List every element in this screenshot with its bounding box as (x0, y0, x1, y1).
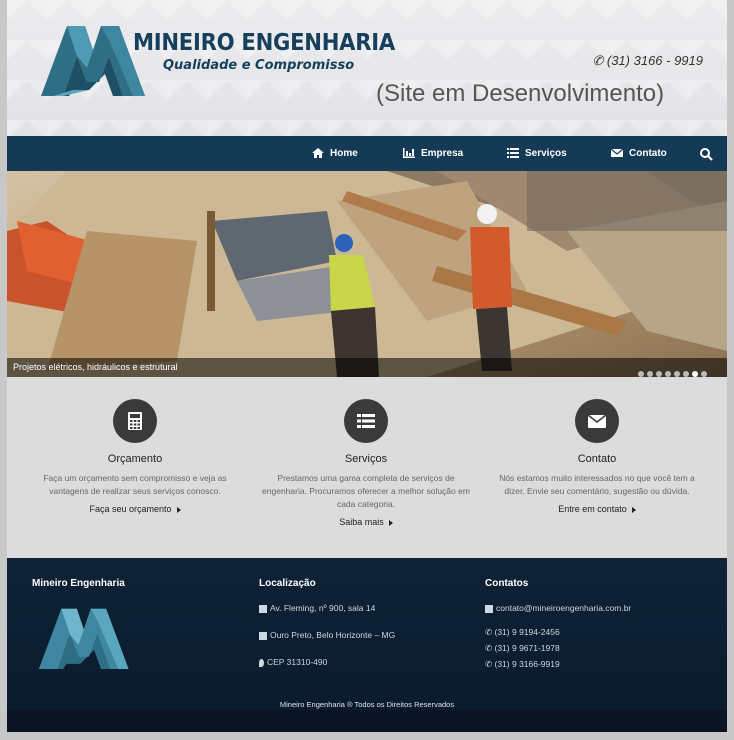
feature-link-label: Entre em contato (558, 504, 627, 514)
feature-text: Faça um orçamento sem compromisso e veja… (43, 473, 227, 496)
list-icon (357, 414, 375, 428)
address-line-1-text: Av. Fleming, nº 900, sala 14 (270, 603, 376, 613)
feature-link-label: Saiba mais (339, 517, 384, 527)
address-line-2-text: Ouro Preto, Belo Horizonte – MG (270, 630, 396, 640)
arrow-right-icon (631, 506, 636, 513)
footer-logo (38, 608, 129, 670)
development-notice: (Site em Desenvolvimento) (376, 80, 665, 107)
list-icon (507, 148, 519, 159)
nav-item-empresa[interactable]: Empresa (403, 136, 463, 171)
feature-title: Orçamento (107, 453, 163, 465)
site-footer: Mineiro Engenharia Localização Av. Flemi… (7, 558, 727, 710)
footer-location: Localização Av. Fleming, nº 900, sala 14… (259, 578, 395, 667)
slide-caption-bar: Projetos elétricos, hidráulicos e estrut… (7, 358, 727, 377)
footer-phone[interactable]: ✆ (31) 9 9194-2456 (485, 627, 631, 638)
address-cep: CEP 31310-490 (259, 657, 395, 667)
nav-label-home: Home (330, 148, 358, 159)
header-phone[interactable]: ✆ (31) 3166 - 9919 (592, 53, 703, 69)
feature-icon-circle (344, 399, 388, 443)
features-section: Orçamento Faça um orçamento sem compromi… (7, 377, 727, 558)
brand-tagline: Qualidade e Compromisso (163, 58, 355, 73)
address-line-1: Av. Fleming, nº 900, sala 14 (259, 603, 395, 613)
nav-label-empresa: Empresa (421, 148, 464, 159)
main-nav: Home Empresa Serviços Contato (7, 136, 727, 171)
slide-caption: Projetos elétricos, hidráulicos e estrut… (13, 362, 178, 372)
envelope-icon (611, 148, 623, 158)
envelope-icon (588, 415, 606, 428)
feature-icon-circle (113, 399, 157, 443)
phone-icon: ✆ (485, 659, 493, 669)
feature-link[interactable]: Saiba mais (256, 517, 476, 527)
feature-link[interactable]: Faça seu orçamento (25, 504, 245, 514)
address-line-2: Ouro Preto, Belo Horizonte – MG (259, 630, 395, 640)
map-icon (259, 604, 267, 613)
phone-icon: ✆ (592, 53, 604, 68)
arrow-right-icon (176, 506, 181, 513)
search-icon[interactable] (699, 147, 713, 161)
footer-phone-text: (31) 9 3166-9919 (494, 659, 560, 669)
brand-block: MINEIRO ENGENHARIA Qualidade e Compromis… (133, 30, 418, 73)
map-marker-icon (259, 658, 264, 667)
copyright: Mineiro Engenharia ® Todos os Direitos R… (279, 700, 455, 709)
footer-phone[interactable]: ✆ (31) 9 3166-9919 (485, 659, 631, 670)
company-logo[interactable] (33, 20, 149, 100)
phone-icon: ✆ (485, 643, 493, 653)
header-phone-number: (31) 3166 - 9919 (606, 53, 703, 68)
nav-label-contato: Contato (629, 148, 667, 159)
footer-phone[interactable]: ✆ (31) 9 9671-1978 (485, 643, 631, 654)
envelope-icon (485, 604, 493, 613)
footer-email-text: contato@mineiroengenharia.com.br (496, 603, 632, 613)
feature-title: Contato (577, 453, 617, 465)
slider-dots (635, 364, 707, 377)
footer-company-title: Mineiro Engenharia (32, 578, 125, 589)
site-header: MINEIRO ENGENHARIA Qualidade e Compromis… (7, 0, 727, 136)
footer-contacts: Contatos contato@mineiroengenharia.com.b… (485, 578, 631, 670)
feature-contato: Contato Nós estamos muito interessados n… (487, 377, 707, 514)
nav-item-servicos[interactable]: Serviços (507, 136, 567, 171)
phone-icon: ✆ (485, 627, 493, 637)
map-icon (259, 631, 267, 640)
nav-item-home[interactable]: Home (312, 136, 358, 171)
feature-icon-circle (575, 399, 619, 443)
feature-link-label: Faça seu orçamento (89, 504, 172, 514)
footer-phone-text: (31) 9 9194-2456 (494, 627, 560, 637)
chart-icon (403, 148, 415, 159)
address-cep-text: CEP 31310-490 (267, 657, 328, 667)
page-frame: MINEIRO ENGENHARIA Qualidade e Compromis… (7, 0, 727, 732)
footer-phone-text: (31) 9 9671-1978 (494, 643, 560, 653)
hero-slider[interactable]: Projetos elétricos, hidráulicos e estrut… (7, 171, 727, 377)
brand-name: MINEIRO ENGENHARIA (133, 30, 395, 56)
home-icon (312, 148, 324, 159)
footer-company: Mineiro Engenharia (32, 578, 132, 678)
calculator-icon (128, 412, 142, 430)
hero-image (7, 171, 727, 377)
feature-text: Nós estamos muito interessados no que vo… (499, 473, 695, 496)
footer-location-title: Localização (259, 578, 316, 589)
footer-email[interactable]: contato@mineiroengenharia.com.br (485, 603, 631, 613)
footer-contacts-title: Contatos (485, 578, 529, 589)
arrow-right-icon (388, 519, 393, 526)
footer-bottom-bar (7, 710, 727, 732)
feature-link[interactable]: Entre em contato (487, 504, 707, 514)
feature-title: Serviços (344, 453, 388, 465)
feature-text: Prestamos uma gama completa de serviços … (262, 473, 470, 509)
nav-item-contato[interactable]: Contato (611, 136, 667, 171)
feature-orcamento: Orçamento Faça um orçamento sem compromi… (25, 377, 245, 514)
feature-servicos: Serviços Prestamos uma gama completa de … (256, 377, 476, 527)
nav-label-servicos: Serviços (525, 148, 567, 159)
